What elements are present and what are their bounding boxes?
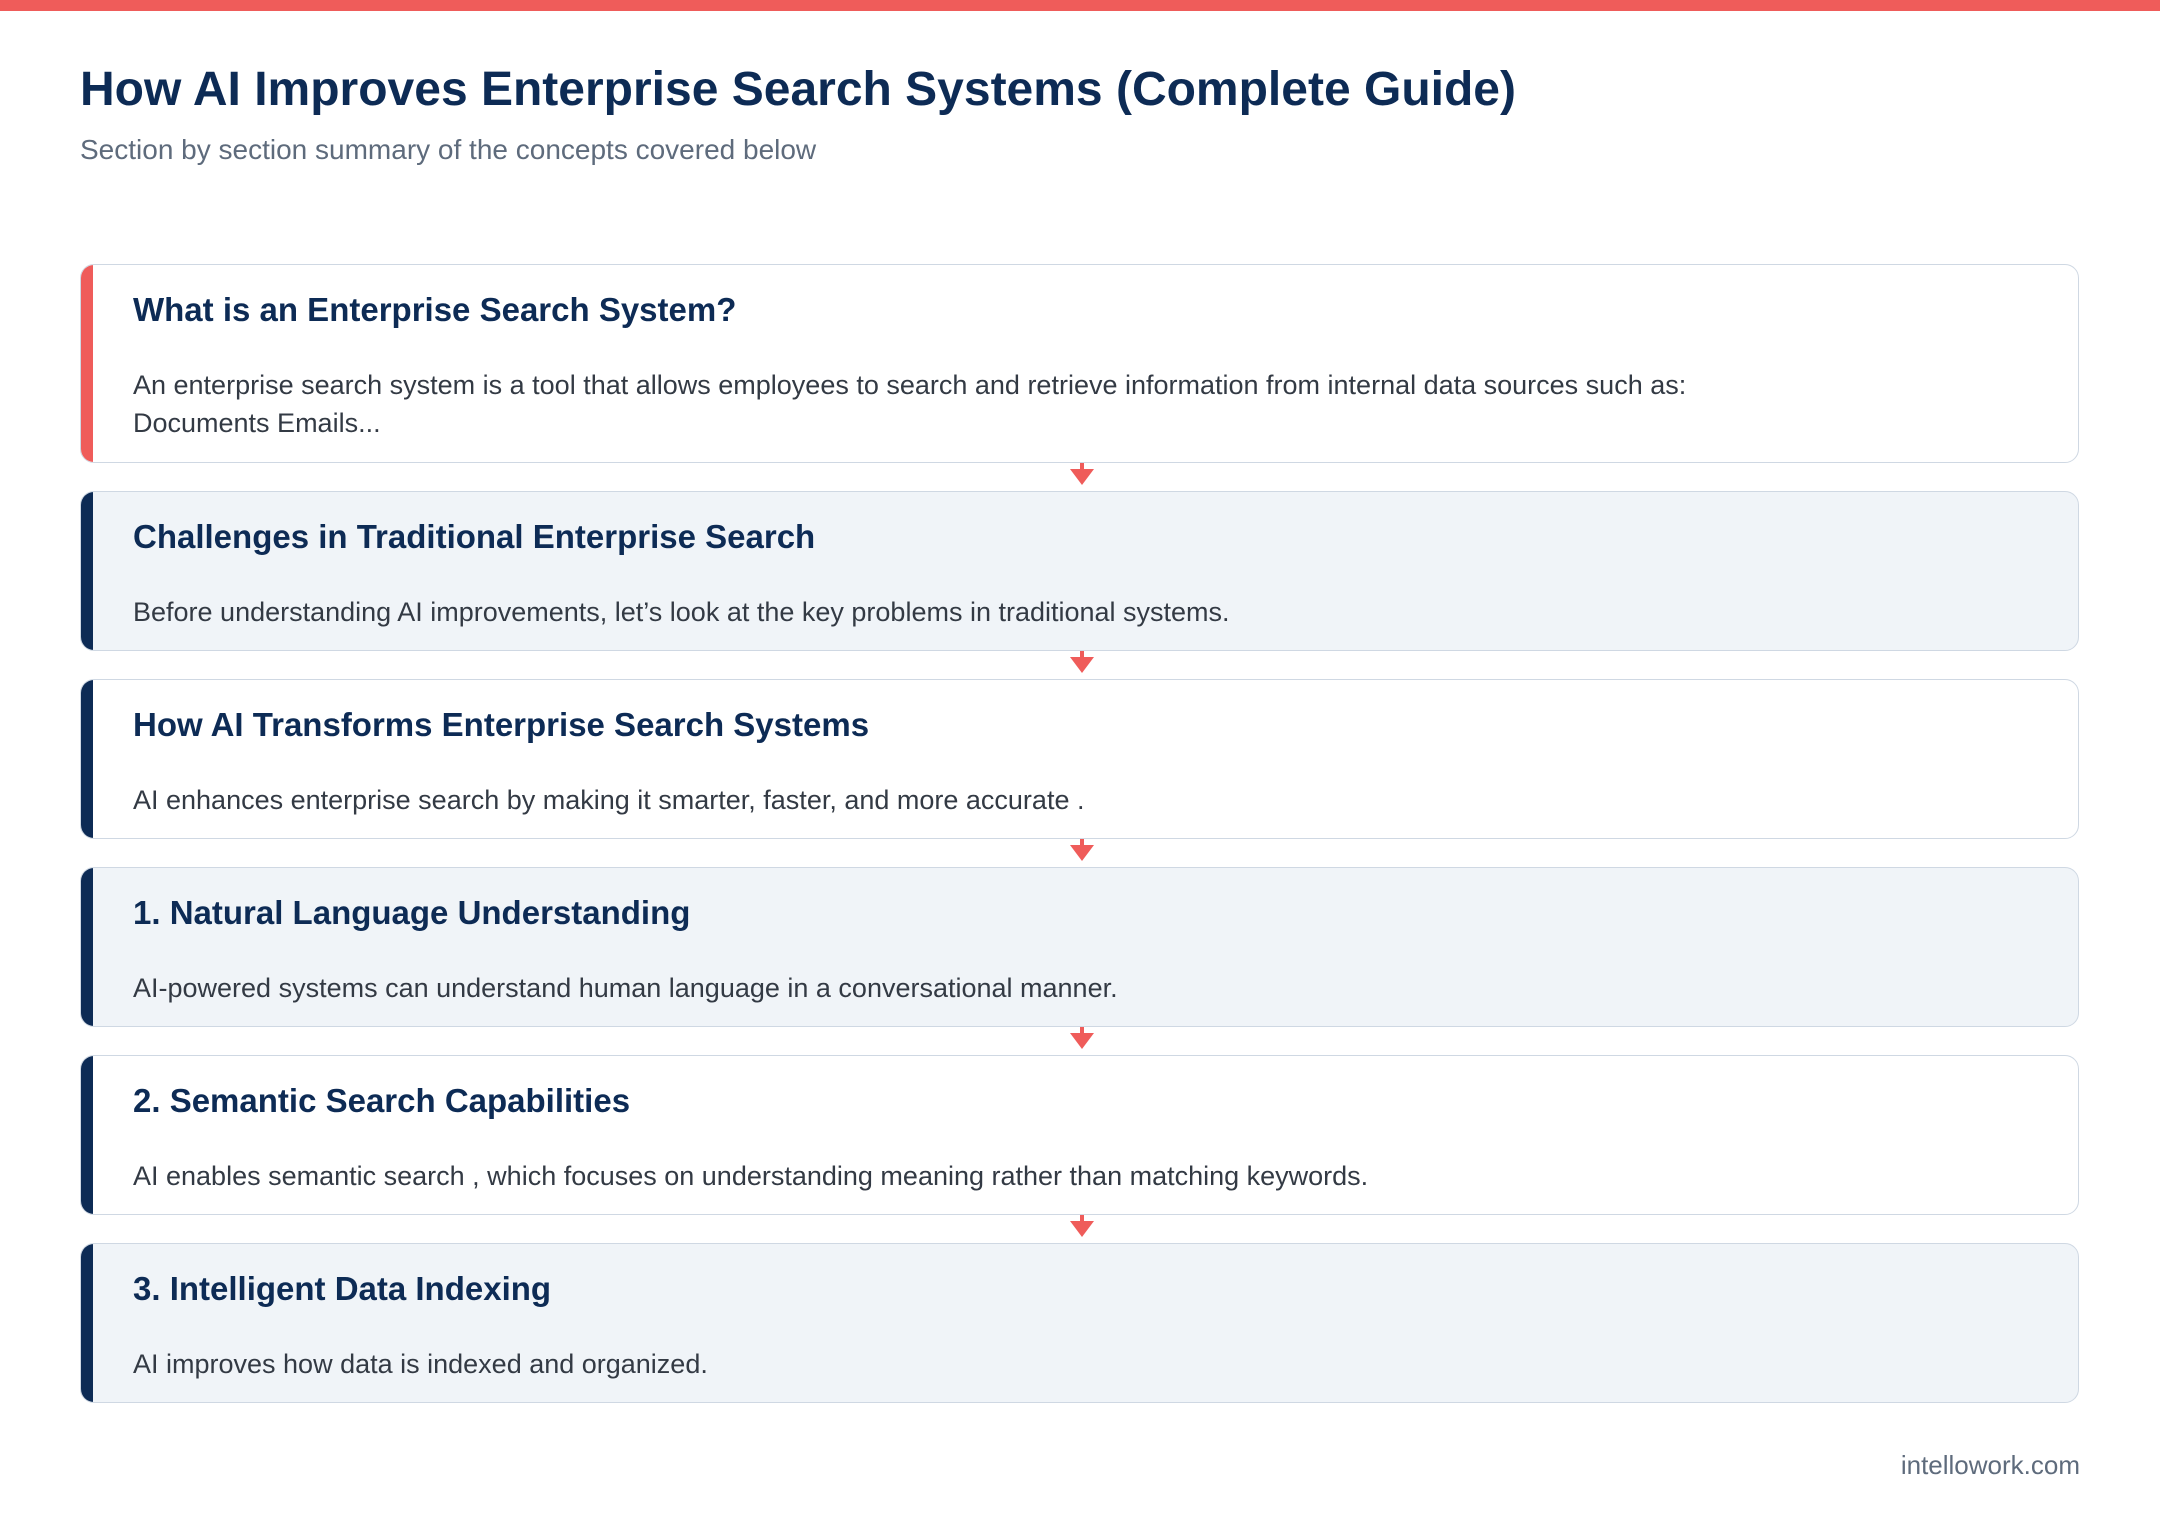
- summary-line: Documents Emails...: [133, 408, 381, 438]
- arrow-down-icon: [1070, 839, 1094, 861]
- section-title: How AI Transforms Enterprise Search Syst…: [133, 706, 870, 743]
- section-title: 2. Semantic Search Capabilities: [133, 1082, 631, 1119]
- footer-domain: intellowork.com: [1900, 1450, 2080, 1480]
- section-connector: [80, 651, 2079, 679]
- arrow-down-icon: [1070, 1027, 1094, 1049]
- card-accent-bar: [81, 680, 93, 838]
- top-accent-bar: [0, 0, 2160, 11]
- section-summary: AI improves how data is indexed and orga…: [133, 1345, 708, 1383]
- card-accent-bar: [81, 868, 93, 1026]
- page-title: How AI Improves Enterprise Search System…: [80, 63, 1516, 116]
- card-accent-bar: [81, 1244, 93, 1402]
- summary-line: AI-powered systems can understand human …: [133, 973, 1118, 1003]
- page-subtitle: Section by section summary of the concep…: [80, 134, 817, 165]
- section-list: What is an Enterprise Search System? An …: [80, 264, 2079, 1403]
- section-card: Challenges in Traditional Enterprise Sea…: [80, 491, 2079, 651]
- section-title: Challenges in Traditional Enterprise Sea…: [133, 518, 816, 555]
- card-accent-bar: [81, 265, 93, 462]
- summary-line: AI enables semantic search , which focus…: [133, 1161, 1369, 1191]
- summary-line: AI enhances enterprise search by making …: [133, 785, 1085, 815]
- section-connector: [80, 839, 2079, 867]
- section-title: 3. Intelligent Data Indexing: [133, 1270, 552, 1307]
- card-accent-bar: [81, 492, 93, 650]
- section-summary: Before understanding AI improvements, le…: [133, 593, 1230, 631]
- summary-line: An enterprise search system is a tool th…: [133, 370, 1687, 400]
- summary-line: Before understanding AI improvements, le…: [133, 597, 1230, 627]
- card-accent-bar: [81, 1056, 93, 1214]
- summary-line: AI improves how data is indexed and orga…: [133, 1349, 708, 1379]
- section-summary: AI enhances enterprise search by making …: [133, 781, 1084, 819]
- arrow-down-icon: [1070, 651, 1094, 673]
- section-summary: AI-powered systems can understand human …: [133, 969, 1118, 1007]
- section-title: 1. Natural Language Understanding: [133, 894, 691, 931]
- section-summary: An enterprise search system is a tool th…: [133, 366, 1686, 442]
- section-card: 2. Semantic Search Capabilities AI enabl…: [80, 1055, 2079, 1215]
- section-card: 3. Intelligent Data Indexing AI improves…: [80, 1243, 2079, 1403]
- section-connector: [80, 1215, 2079, 1243]
- section-card: How AI Transforms Enterprise Search Syst…: [80, 679, 2079, 839]
- section-card: What is an Enterprise Search System? An …: [80, 264, 2079, 463]
- section-summary: AI enables semantic search , which focus…: [133, 1157, 1368, 1195]
- arrow-down-icon: [1070, 1215, 1094, 1237]
- section-connector: [80, 1027, 2079, 1055]
- section-card: 1. Natural Language Understanding AI-pow…: [80, 867, 2079, 1027]
- arrow-down-icon: [1070, 463, 1094, 485]
- section-title: What is an Enterprise Search System?: [133, 291, 737, 328]
- section-connector: [80, 463, 2079, 491]
